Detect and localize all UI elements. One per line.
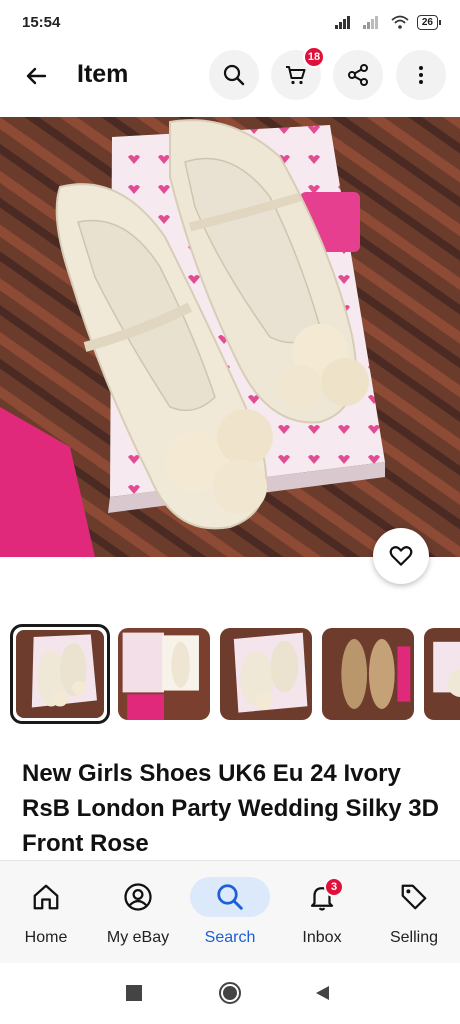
- inbox-badge: 3: [324, 877, 344, 897]
- cart-count-badge: 18: [303, 46, 325, 68]
- signal-icon: [334, 16, 350, 29]
- thumbnail-strip[interactable]: [10, 624, 460, 724]
- thumbnail-4[interactable]: [322, 628, 414, 720]
- back-system-button[interactable]: [310, 981, 334, 1005]
- page-title: Item: [77, 60, 129, 88]
- app-bar: Item 18: [0, 46, 460, 104]
- nav-search[interactable]: Search: [184, 861, 276, 964]
- tag-icon: [401, 884, 427, 910]
- nav-search-label: Search: [204, 929, 256, 946]
- bottom-navigation: Home My eBay Search 3 Inbox Selling: [0, 860, 460, 963]
- nav-my-ebay-label: My eBay: [106, 929, 170, 946]
- circle-icon: [219, 982, 241, 1004]
- status-icons: 26: [334, 14, 442, 30]
- add-to-watchlist-button[interactable]: [373, 528, 429, 584]
- wifi-icon: [391, 15, 409, 29]
- share-icon: [348, 64, 368, 86]
- cart-icon: [286, 66, 306, 85]
- thumbnail-5[interactable]: [424, 628, 460, 720]
- cart-button[interactable]: 18: [271, 46, 325, 100]
- status-time: 15:54: [22, 13, 61, 31]
- nav-inbox[interactable]: 3 Inbox: [276, 861, 368, 964]
- search-button[interactable]: [209, 50, 259, 100]
- nav-my-ebay[interactable]: My eBay: [92, 861, 184, 964]
- search-icon: [217, 884, 243, 910]
- item-title: New Girls Shoes UK6 Eu 24 Ivory RsB Lond…: [22, 760, 439, 857]
- nav-selling-label: Selling: [389, 929, 439, 946]
- signal-2-icon: [362, 16, 378, 29]
- nav-inbox-label: Inbox: [302, 929, 342, 946]
- square-icon: [126, 985, 142, 1001]
- back-button[interactable]: [16, 56, 56, 96]
- nav-selling[interactable]: Selling: [368, 861, 460, 964]
- thumbnail-2[interactable]: [118, 628, 210, 720]
- thumbnail-1[interactable]: [10, 624, 110, 724]
- home-icon: [33, 884, 59, 910]
- system-navigation: [0, 963, 460, 1024]
- recent-apps-button[interactable]: [122, 981, 146, 1005]
- search-icon: [223, 64, 245, 86]
- more-vertical-icon: [419, 66, 423, 84]
- account-icon: [124, 883, 152, 911]
- status-bar: 15:54 26: [0, 0, 460, 44]
- share-button[interactable]: [333, 50, 383, 100]
- more-options-button[interactable]: [396, 50, 446, 100]
- triangle-back-icon: [316, 986, 329, 1000]
- battery-indicator: 26: [416, 14, 442, 30]
- thumbnail-3[interactable]: [220, 628, 312, 720]
- home-system-button[interactable]: [218, 981, 242, 1005]
- nav-home[interactable]: Home: [0, 861, 92, 964]
- product-image[interactable]: [0, 117, 460, 557]
- nav-home-label: Home: [24, 929, 68, 946]
- back-arrow-icon: [26, 67, 47, 85]
- heart-icon: [389, 546, 413, 566]
